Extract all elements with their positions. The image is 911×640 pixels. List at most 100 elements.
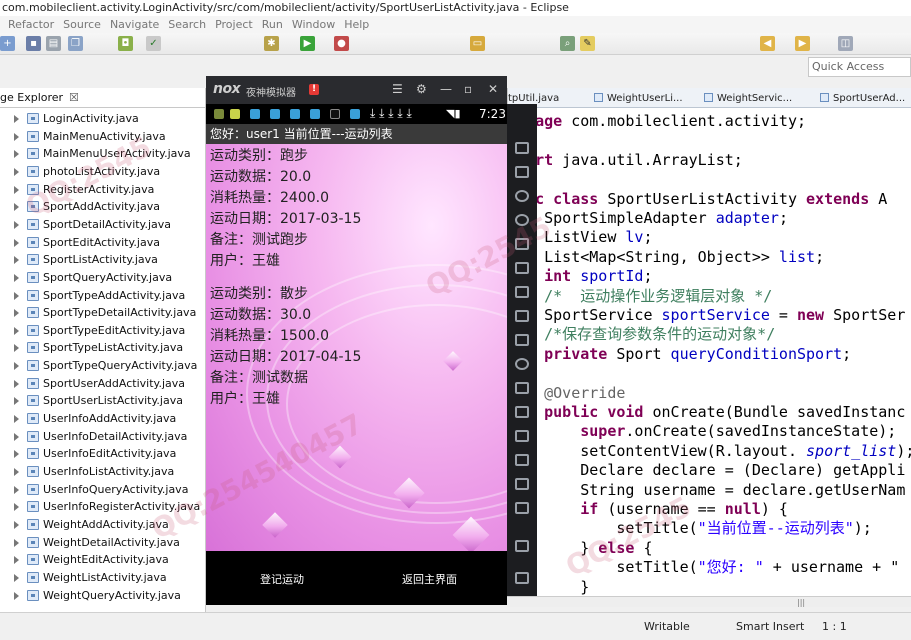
- menu-refactor[interactable]: Refactor: [8, 16, 54, 33]
- volume-down-icon[interactable]: [515, 310, 529, 322]
- sport-list[interactable]: 运动类别：跑步 运动数据：20.0 消耗热量：2400.0 运动日期：2017-…: [206, 144, 507, 551]
- expand-arrow-icon[interactable]: [14, 185, 19, 194]
- file-name: WeightEditActivity.java: [43, 553, 169, 567]
- emulator-name: 夜神模拟器: [246, 88, 296, 99]
- expand-arrow-icon[interactable]: [14, 432, 19, 441]
- home-icon[interactable]: [515, 540, 529, 552]
- check-icon[interactable]: ✓: [146, 36, 161, 51]
- code-editor[interactable]: tpUtil.java WeightUserLi... WeightServic..…: [507, 88, 911, 596]
- menu-search[interactable]: Search: [168, 16, 206, 33]
- scissors-icon[interactable]: [515, 190, 529, 202]
- bottom-button-bar: 登记运动 返回主界面: [206, 551, 507, 605]
- back-nav-icon[interactable]: [515, 502, 529, 514]
- recent-apps-icon[interactable]: [515, 572, 529, 584]
- location-icon[interactable]: [515, 214, 529, 226]
- android-icon[interactable]: ◘: [118, 36, 133, 51]
- back-to-main-button[interactable]: 返回主界面: [402, 571, 457, 587]
- expand-arrow-icon[interactable]: [14, 309, 19, 318]
- menu-icon[interactable]: ☰: [392, 82, 403, 96]
- expand-arrow-icon[interactable]: [14, 520, 19, 529]
- volume-up-icon[interactable]: [515, 286, 529, 298]
- expand-arrow-icon[interactable]: [14, 326, 19, 335]
- expand-arrow-icon[interactable]: [14, 397, 19, 406]
- register-sport-button[interactable]: 登记运动: [260, 571, 304, 587]
- expand-arrow-icon[interactable]: [14, 379, 19, 388]
- close-window-icon[interactable]: ✕: [488, 82, 498, 96]
- quick-access-input[interactable]: Quick Access: [808, 57, 911, 77]
- menu-help[interactable]: Help: [344, 16, 369, 33]
- menu-source[interactable]: Source: [63, 16, 101, 33]
- editor-tab[interactable]: WeightServic...: [704, 90, 792, 107]
- expand-arrow-icon[interactable]: [14, 362, 19, 371]
- fullscreen-icon[interactable]: [515, 262, 529, 274]
- code-line: mport java.util.ArrayList;: [508, 150, 743, 169]
- run-icon[interactable]: ▶: [300, 36, 315, 51]
- menu-project[interactable]: Project: [215, 16, 253, 33]
- screen-icon[interactable]: [515, 238, 529, 250]
- apk-icon[interactable]: [515, 334, 529, 346]
- code-area[interactable]: ackage com.mobileclient.activity; mport j…: [508, 108, 911, 596]
- pen-icon[interactable]: ✎: [580, 36, 595, 51]
- new-icon[interactable]: +: [0, 36, 15, 51]
- expand-arrow-icon[interactable]: [14, 238, 19, 247]
- multi-window-icon[interactable]: [515, 406, 529, 418]
- java-file-icon: [27, 201, 39, 213]
- expand-arrow-icon[interactable]: [14, 203, 19, 212]
- expand-arrow-icon[interactable]: [14, 415, 19, 424]
- menu-window[interactable]: Window: [292, 16, 335, 33]
- file-name: SportDetailActivity.java: [43, 217, 172, 231]
- back-icon[interactable]: ◀: [760, 36, 775, 51]
- print-icon[interactable]: ▤: [46, 36, 61, 51]
- editor-tab-label: WeightUserLi...: [607, 93, 683, 104]
- maximize-icon[interactable]: ▫: [464, 82, 472, 96]
- expand-arrow-icon[interactable]: [14, 150, 19, 159]
- save-icon[interactable]: ▪: [26, 36, 41, 51]
- settings-icon[interactable]: ⚙: [416, 82, 427, 96]
- forward-icon[interactable]: ▶: [795, 36, 810, 51]
- expand-arrow-icon[interactable]: [14, 591, 19, 600]
- horizontal-scrollbar[interactable]: |||: [507, 596, 911, 607]
- shake-icon[interactable]: [515, 358, 529, 370]
- expand-arrow-icon[interactable]: [14, 273, 19, 282]
- perspective-icon[interactable]: ◫: [838, 36, 853, 51]
- expand-arrow-icon[interactable]: [14, 115, 19, 123]
- expand-arrow-icon[interactable]: [14, 220, 19, 229]
- expand-arrow-icon[interactable]: [14, 468, 19, 476]
- java-file-icon: [27, 571, 39, 583]
- editor-tab[interactable]: WeightUserLi...: [594, 90, 683, 107]
- editor-tab-label: WeightServic...: [717, 93, 793, 104]
- minimize-icon[interactable]: —: [440, 82, 452, 96]
- search-icon[interactable]: ⌕: [560, 36, 575, 51]
- java-file-icon: [27, 377, 39, 389]
- expand-arrow-icon[interactable]: [14, 556, 19, 565]
- open-folder-icon[interactable]: ▭: [470, 36, 485, 51]
- expand-arrow-icon[interactable]: [14, 573, 19, 582]
- menu-run[interactable]: Run: [262, 16, 283, 33]
- keyboard-icon[interactable]: [515, 166, 529, 178]
- record-user: 用户：王雄: [210, 391, 280, 407]
- more-icon[interactable]: [515, 430, 529, 442]
- copy-icon[interactable]: ❐: [68, 36, 83, 51]
- alert-icon[interactable]: !: [309, 84, 319, 95]
- debug-icon[interactable]: ✱: [264, 36, 279, 51]
- expand-arrow-icon[interactable]: [14, 538, 19, 547]
- package-explorer-tab[interactable]: ge Explorer ☒: [0, 88, 205, 108]
- macro-icon[interactable]: [515, 478, 529, 490]
- expand-arrow-icon[interactable]: [14, 503, 19, 512]
- expand-arrow-icon[interactable]: [14, 485, 19, 494]
- menu-navigate[interactable]: Navigate: [110, 16, 159, 33]
- expand-arrow-icon[interactable]: [14, 344, 19, 353]
- close-icon[interactable]: ☒: [69, 91, 79, 104]
- emulator-window: nox 夜神模拟器 ! ☰ ⚙ — ▫ ✕ ⤓ ⤓ ⤓ ⤓ ⤓ ◥▮ 7:23 …: [206, 76, 507, 605]
- phone-icon[interactable]: [515, 142, 529, 154]
- expand-arrow-icon[interactable]: [14, 132, 19, 141]
- expand-arrow-icon[interactable]: [14, 291, 19, 300]
- expand-arrow-icon[interactable]: [14, 256, 19, 265]
- expand-arrow-icon[interactable]: [14, 450, 19, 459]
- editor-tab[interactable]: SportUserAd...: [820, 90, 905, 107]
- screenshot-icon[interactable]: [515, 382, 529, 394]
- java-file-icon: [594, 93, 603, 102]
- external-tools-icon[interactable]: ●: [334, 36, 349, 51]
- menu-lines-icon[interactable]: [515, 454, 529, 466]
- expand-arrow-icon[interactable]: [14, 167, 19, 176]
